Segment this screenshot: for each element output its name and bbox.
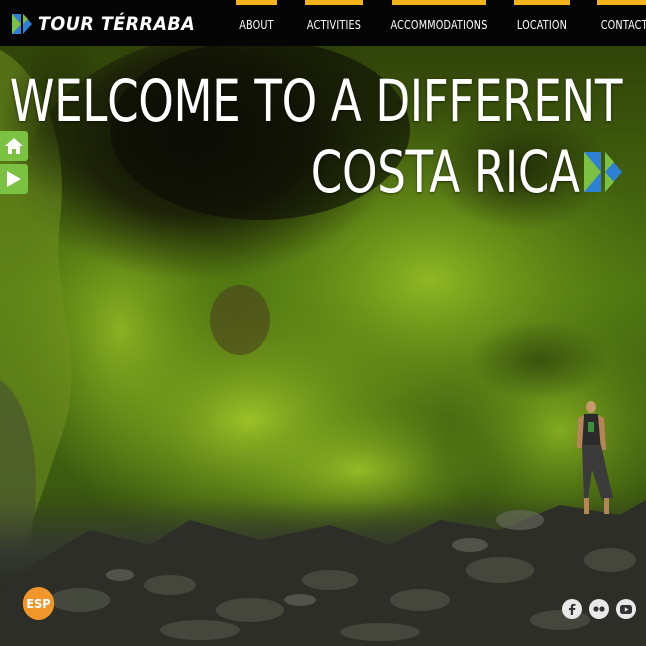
flickr-icon [593, 606, 605, 612]
nav-accent-bar [514, 0, 570, 5]
hero-headline: WELCOME TO A DIFFERENT COSTA RICA [0, 67, 623, 203]
nav-item-about[interactable]: ABOUT [236, 0, 277, 46]
nav-item-activities[interactable]: ACTIVITIES [305, 0, 363, 46]
nav-accent-bar [305, 0, 363, 5]
flickr-link[interactable] [589, 599, 609, 619]
top-navigation-bar: TOUR TÉRRABA ABOUT ACTIVITIES ACCOMMODAT… [0, 0, 646, 46]
facebook-link[interactable] [562, 599, 582, 619]
nav-item-contact[interactable]: CONTACT [597, 0, 646, 46]
home-button[interactable] [0, 131, 28, 161]
nav-item-accommodations[interactable]: ACCOMMODATIONS [390, 0, 488, 46]
facebook-icon [569, 603, 576, 615]
nav-label: CONTACT [600, 17, 646, 32]
youtube-icon [620, 604, 632, 614]
nav-accent-bar [236, 0, 277, 5]
brand-logo[interactable]: TOUR TÉRRABA [12, 12, 209, 36]
brand-mark-icon [12, 14, 32, 34]
brand-name: TOUR TÉRRABA [38, 13, 196, 35]
nav-label: ACTIVITIES [306, 17, 362, 32]
play-video-button[interactable] [0, 164, 28, 194]
nav-accent-bar [392, 0, 486, 5]
nav-label: ACCOMMODATIONS [390, 17, 488, 32]
play-icon [7, 171, 21, 187]
headline-line-1: WELCOME TO A DIFFERENT [9, 67, 623, 135]
social-links [562, 599, 636, 619]
nav-label: ABOUT [239, 17, 274, 32]
headline-line-2-row: COSTA RICA [0, 141, 622, 203]
youtube-link[interactable] [616, 599, 636, 619]
nav-label: LOCATION [516, 17, 568, 32]
home-icon [5, 138, 23, 154]
side-quick-links [0, 131, 28, 197]
language-toggle-button[interactable]: ESP [22, 587, 55, 620]
headline-line-2: COSTA RICA [311, 138, 580, 206]
brand-mark-icon [584, 152, 622, 192]
nav-accent-bar [597, 0, 646, 5]
nav-item-location[interactable]: LOCATION [514, 0, 570, 46]
